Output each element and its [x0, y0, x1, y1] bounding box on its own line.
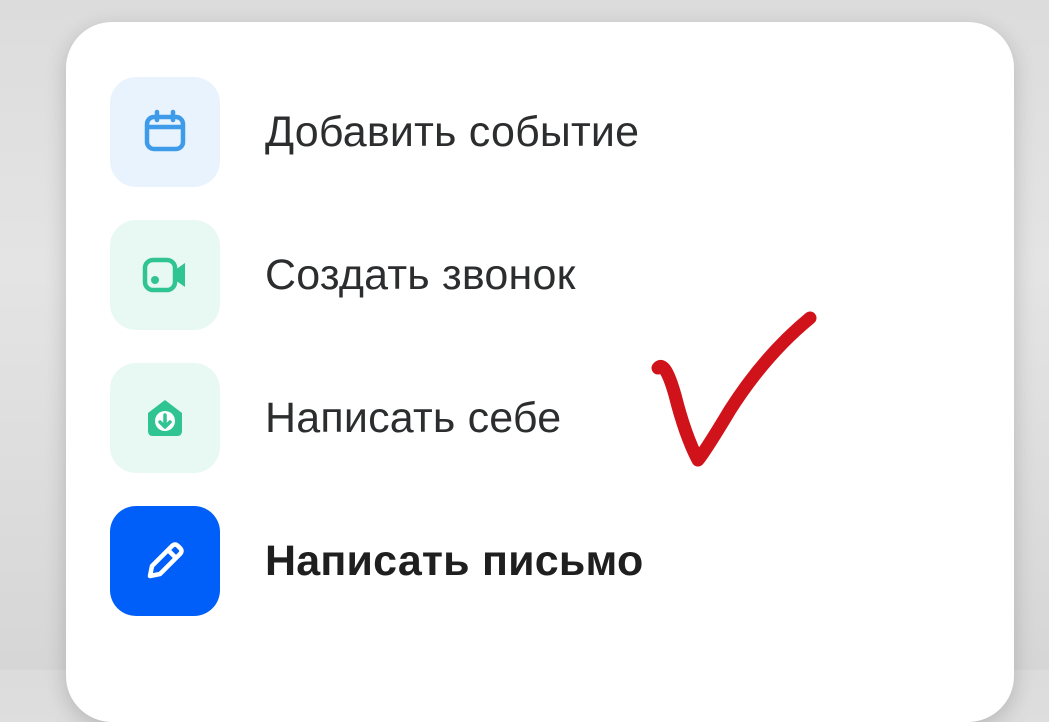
inbox-download-icon — [148, 400, 182, 436]
write-to-self-icon-tile — [110, 363, 220, 473]
write-letter-icon-tile — [110, 506, 220, 616]
menu-item-write-to-self[interactable]: Написать себе — [110, 363, 561, 473]
menu-item-create-call[interactable]: Создать звонок — [110, 220, 576, 330]
pencil-icon — [147, 542, 184, 579]
create-call-label: Создать звонок — [265, 250, 576, 299]
write-letter-label: Написать письмо — [265, 536, 644, 585]
write-to-self-label: Написать себе — [265, 393, 562, 442]
menu-item-add-event[interactable]: Добавить событие — [110, 77, 639, 187]
create-call-icon-tile — [110, 220, 220, 330]
menu-item-write-letter[interactable]: Написать письмо — [110, 506, 643, 616]
action-menu: Добавить событие Создать звонок Написать… — [66, 22, 1014, 722]
add-event-icon-tile — [110, 77, 220, 187]
calendar-icon — [144, 109, 186, 152]
add-event-label: Добавить событие — [265, 107, 640, 156]
video-camera-icon — [142, 257, 185, 293]
